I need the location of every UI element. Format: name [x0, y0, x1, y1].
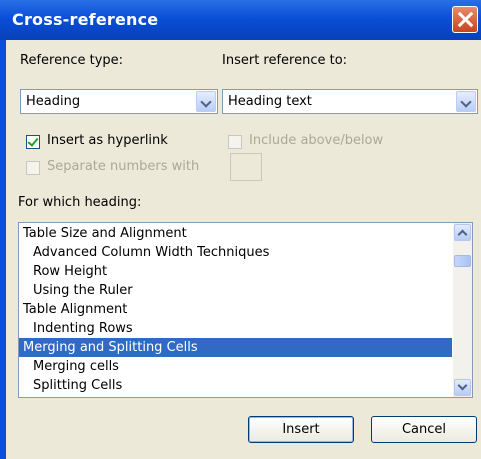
scroll-down-icon[interactable]: [454, 379, 471, 396]
heading-list[interactable]: Table Size and Alignment Advanced Column…: [18, 222, 473, 398]
include-above-below-checkbox[interactable]: [228, 135, 242, 149]
separate-numbers-checkbox[interactable]: [26, 161, 40, 175]
chevron-down-icon[interactable]: [196, 91, 216, 112]
insert-button[interactable]: Insert: [248, 416, 354, 443]
insert-as-hyperlink-checkbox[interactable]: [26, 135, 40, 149]
vertical-scrollbar[interactable]: [453, 223, 472, 397]
list-item[interactable]: Table Alignment: [19, 300, 452, 319]
list-item[interactable]: Indenting Rows: [19, 319, 462, 338]
title-bar[interactable]: Cross-reference: [0, 0, 481, 40]
separator-input[interactable]: [230, 153, 262, 181]
reference-type-select[interactable]: Heading: [20, 89, 218, 114]
dialog-title: Cross-reference: [12, 10, 159, 29]
insert-reference-to-select[interactable]: Heading text: [222, 89, 478, 114]
scroll-thumb[interactable]: [454, 255, 471, 267]
list-item-selected[interactable]: Merging and Splitting Cells: [19, 338, 452, 357]
close-icon[interactable]: [452, 6, 478, 33]
scroll-up-icon[interactable]: [454, 224, 471, 241]
insert-reference-to-value: Heading text: [228, 94, 312, 109]
separate-numbers-label[interactable]: Separate numbers with: [47, 159, 199, 174]
insert-as-hyperlink-label[interactable]: Insert as hyperlink: [47, 133, 168, 148]
list-item[interactable]: Advanced Column Width Techniques: [19, 243, 462, 262]
include-above-below-label[interactable]: Include above/below: [249, 133, 383, 148]
dialog-body: Reference type: Heading Insert reference…: [6, 40, 481, 459]
chevron-down-icon[interactable]: [456, 91, 476, 112]
cancel-button[interactable]: Cancel: [371, 416, 477, 443]
list-item[interactable]: Merging cells: [19, 357, 462, 376]
list-item[interactable]: Table Size and Alignment: [19, 224, 452, 243]
list-item[interactable]: Row Height: [19, 262, 462, 281]
heading-list-label: For which heading:: [18, 195, 142, 210]
cross-reference-dialog: Cross-reference Reference type: Heading …: [0, 0, 481, 459]
list-item[interactable]: Using the Ruler: [19, 281, 462, 300]
reference-type-value: Heading: [26, 94, 81, 109]
reference-type-label: Reference type:: [20, 53, 124, 68]
list-item[interactable]: Splitting Cells: [19, 376, 462, 395]
insert-reference-to-label: Insert reference to:: [222, 53, 348, 68]
